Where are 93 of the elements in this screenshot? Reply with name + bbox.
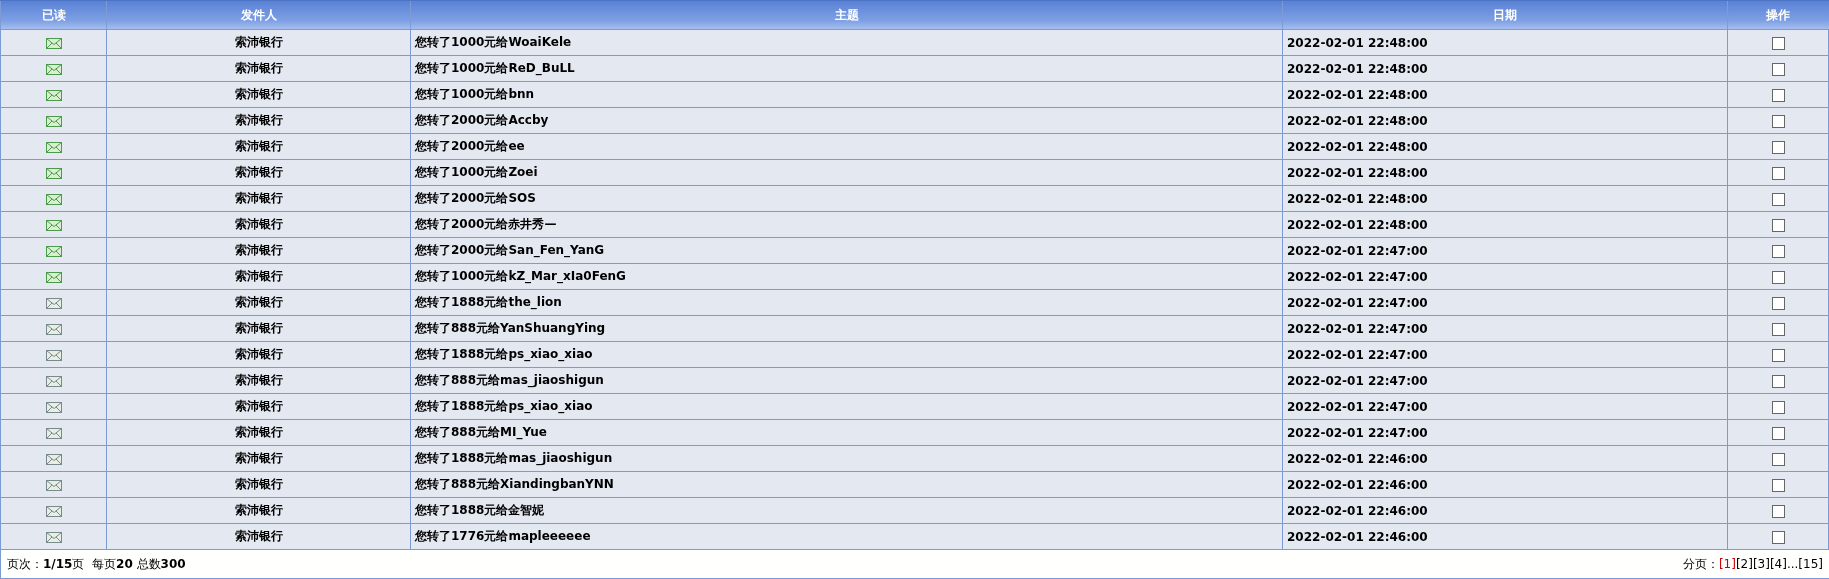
subject-text[interactable]: 您转了1776元给mapleeeeee [415, 529, 591, 543]
checkbox[interactable] [1771, 62, 1785, 76]
checkbox[interactable] [1771, 530, 1785, 544]
subject-text[interactable]: 您转了2000元给San_Fen_YanG [415, 243, 605, 257]
sender-text: 索沛银行 [234, 347, 283, 361]
checkbox[interactable] [1771, 140, 1785, 154]
checkbox[interactable] [1771, 166, 1785, 180]
sender-text: 索沛银行 [234, 503, 283, 517]
subject-text[interactable]: 您转了1888元给ps_xiao_xiao [415, 399, 593, 413]
subject-text[interactable]: 您转了1000元给bnn [415, 87, 535, 101]
checkbox[interactable] [1771, 426, 1785, 440]
subject-text[interactable]: 您转了2000元给赤井秀— [415, 217, 557, 231]
sender-text: 索沛银行 [234, 373, 283, 387]
date-text: 2022-02-01 22:47:00 [1287, 243, 1428, 258]
date-text: 2022-02-01 22:48:00 [1287, 61, 1428, 76]
date-text: 2022-02-01 22:47:00 [1287, 347, 1428, 362]
checkbox[interactable] [1771, 400, 1785, 414]
sender-text: 索沛银行 [234, 139, 283, 153]
sender-text: 索沛银行 [234, 87, 283, 101]
date-text: 2022-02-01 22:46:00 [1287, 451, 1428, 466]
date-text: 2022-02-01 22:48:00 [1287, 139, 1428, 154]
page-link[interactable]: ... [1786, 557, 1799, 571]
checkbox[interactable] [1771, 36, 1785, 50]
subject-text[interactable]: 您转了2000元给SOS [415, 191, 536, 205]
checkbox[interactable] [1771, 322, 1785, 336]
subject-text[interactable]: 您转了888元给MI_Yue [415, 425, 547, 439]
sender-text: 索沛银行 [234, 243, 283, 257]
subject-text[interactable]: 您转了1888元给ps_xiao_xiao [415, 347, 593, 361]
date-text: 2022-02-01 22:47:00 [1287, 399, 1428, 414]
date-text: 2022-02-01 22:47:00 [1287, 425, 1428, 440]
sender-text: 索沛银行 [234, 113, 283, 127]
subject-text[interactable]: 您转了2000元给Accby [415, 113, 549, 127]
column-header: 主题 [410, 1, 1283, 30]
checkbox[interactable] [1771, 114, 1785, 128]
checkbox[interactable] [1771, 192, 1785, 206]
date-text: 2022-02-01 22:47:00 [1287, 373, 1428, 388]
subject-text[interactable]: 您转了2000元给ee [415, 139, 525, 153]
date-text: 2022-02-01 22:47:00 [1287, 321, 1428, 336]
sender-text: 索沛银行 [234, 191, 283, 205]
column-header: 日期 [1282, 1, 1728, 30]
column-header: 操作 [1727, 1, 1829, 30]
checkbox[interactable] [1771, 348, 1785, 362]
checkbox[interactable] [1771, 88, 1785, 102]
sender-text: 索沛银行 [234, 165, 283, 179]
sender-text: 索沛银行 [234, 295, 283, 309]
column-header: 已读 [0, 1, 107, 30]
page-summary: 页次：1/15页 每页20 总数300 [7, 555, 186, 573]
page-link[interactable]: [2] [1735, 557, 1753, 571]
page-link[interactable]: [4] [1769, 557, 1787, 571]
checkbox[interactable] [1771, 270, 1785, 284]
subject-text[interactable]: 您转了1000元给kZ_Mar_xIa0FenG [415, 269, 626, 283]
date-text: 2022-02-01 22:48:00 [1287, 87, 1428, 102]
subject-text[interactable]: 您转了1888元给the_lion [415, 295, 562, 309]
sender-text: 索沛银行 [234, 35, 283, 49]
sender-text: 索沛银行 [234, 217, 283, 231]
date-text: 2022-02-01 22:47:00 [1287, 295, 1428, 310]
date-text: 2022-02-01 22:48:00 [1287, 191, 1428, 206]
checkbox[interactable] [1771, 504, 1785, 518]
page-link[interactable]: [3] [1752, 557, 1770, 571]
subject-text[interactable]: 您转了1888元给mas_jiaoshigun [415, 451, 613, 465]
sender-text: 索沛银行 [234, 425, 283, 439]
checkbox[interactable] [1771, 374, 1785, 388]
column-header: 发件人 [106, 1, 411, 30]
date-text: 2022-02-01 22:47:00 [1287, 269, 1428, 284]
sender-text: 索沛银行 [234, 451, 283, 465]
checkbox[interactable] [1771, 244, 1785, 258]
subject-text[interactable]: 您转了1888元给金智妮 [415, 503, 545, 517]
checkbox[interactable] [1771, 218, 1785, 232]
subject-text[interactable]: 您转了1000元给ReD_BuLL [415, 61, 575, 75]
checkbox[interactable] [1771, 452, 1785, 466]
date-text: 2022-02-01 22:48:00 [1287, 35, 1428, 50]
subject-text[interactable]: 您转了1000元给WoaiKele [415, 35, 572, 49]
pagination-label: 分页： [1682, 555, 1719, 573]
date-text: 2022-02-01 22:46:00 [1287, 529, 1428, 544]
date-text: 2022-02-01 22:48:00 [1287, 165, 1428, 180]
subject-text[interactable]: 您转了888元给YanShuangYing [415, 321, 606, 335]
sender-text: 索沛银行 [234, 61, 283, 75]
subject-text[interactable]: 您转了888元给mas_jiaoshigun [415, 373, 604, 387]
checkbox[interactable] [1771, 478, 1785, 492]
date-text: 2022-02-01 22:46:00 [1287, 477, 1428, 492]
sender-text: 索沛银行 [234, 529, 283, 543]
date-text: 2022-02-01 22:48:00 [1287, 217, 1428, 232]
checkbox[interactable] [1771, 296, 1785, 310]
subject-text[interactable]: 您转了888元给XiandingbanYNN [415, 477, 614, 491]
date-text: 2022-02-01 22:46:00 [1287, 503, 1428, 518]
subject-text[interactable]: 您转了1000元给Zoei [415, 165, 538, 179]
sender-text: 索沛银行 [234, 321, 283, 335]
sender-text: 索沛银行 [234, 477, 283, 491]
sender-text: 索沛银行 [234, 399, 283, 413]
page-link[interactable]: [15] [1798, 557, 1823, 571]
page-link[interactable]: [1] [1718, 557, 1736, 571]
sender-text: 索沛银行 [234, 269, 283, 283]
date-text: 2022-02-01 22:48:00 [1287, 113, 1428, 128]
